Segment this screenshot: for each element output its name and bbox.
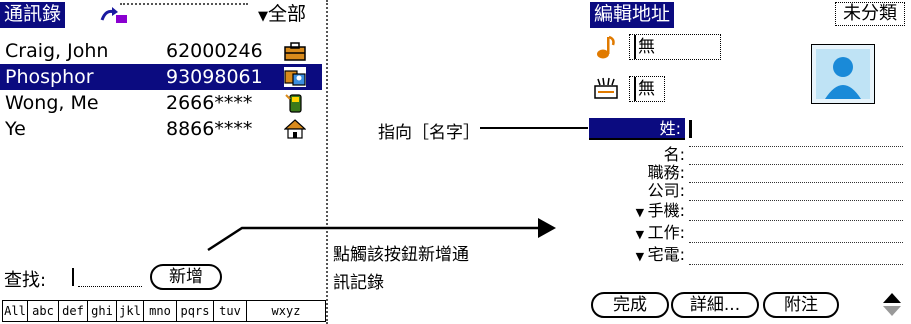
scroll-down-icon[interactable] [883,306,901,316]
person-silhouette-icon [816,49,870,99]
last-name-input[interactable] [689,118,903,140]
category-selector[interactable]: 未分類 [835,2,905,26]
done-button[interactable]: 完成 [591,292,669,318]
first-name-input[interactable] [689,146,903,147]
sms-tone-value: 無 [634,77,655,101]
home-phone-input[interactable] [689,264,903,265]
sms-tone-selector[interactable]: 無 [629,76,665,102]
chevron-down-icon: ▼ [635,206,648,219]
home-phone-label-text: 宅電: [647,245,685,264]
ringtone-selector[interactable]: 無 [629,34,721,60]
company-input-line2[interactable] [689,200,903,201]
home-phone-label[interactable]: ▼ 宅電: [635,245,685,264]
scroll-up-icon[interactable] [883,293,901,303]
chevron-down-icon: ▼ [635,250,648,263]
scroll-arrows[interactable] [881,292,903,318]
edit-title: 編輯地址 [590,2,675,28]
field-labels: 名: 職務: 公司: ▼ 手機: ▼ 工作: ▼ 宅電: [589,142,685,272]
edit-address-screen: 編輯地址 未分類 無 無 姓: 名: 職務: 公司: ▼ 手機: ▼ 工作: ▼… [589,0,911,324]
first-name-label: 名: [663,145,685,164]
details-button[interactable]: 詳細... [671,292,759,318]
last-name-label[interactable]: 姓: [589,118,685,140]
new-button-arrow [207,226,540,252]
work-input[interactable] [689,242,903,243]
text-cursor [689,120,692,138]
music-note-icon[interactable] [595,34,617,60]
mobile-label-text: 手機: [647,201,685,220]
mobile-input[interactable] [689,220,903,221]
last-name-label-text: 姓: [659,119,681,138]
chevron-down-icon: ▼ [635,228,648,241]
company-label: 公司: [647,181,685,200]
contact-photo[interactable] [811,44,875,104]
note-button[interactable]: 附注 [763,292,839,318]
mobile-label[interactable]: ▼ 手機: [635,201,685,220]
category-value: 未分類 [843,3,897,24]
work-label-text: 工作: [647,223,685,242]
sms-tone-icon[interactable] [593,76,619,100]
ringtone-value: 無 [634,35,655,59]
arrow-head-icon [538,218,556,238]
job-title-label: 職務: [647,163,685,182]
job-title-input[interactable] [689,164,903,165]
work-label[interactable]: ▼ 工作: [635,223,685,242]
company-input[interactable] [689,182,903,183]
